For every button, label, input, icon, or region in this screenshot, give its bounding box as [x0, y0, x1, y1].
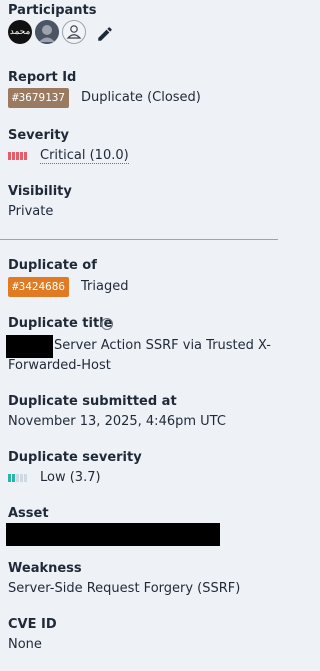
visibility-label: Visibility: [8, 184, 72, 199]
report-id-badge[interactable]: #3679137: [8, 88, 69, 108]
duplicate-of-label: Duplicate of: [8, 258, 97, 273]
weakness-value[interactable]: Server-Side Request Forgery (SSRF): [8, 581, 240, 596]
report-status: Duplicate (Closed): [81, 90, 201, 105]
severity-level-bars: [8, 152, 27, 160]
section-divider: [0, 239, 278, 240]
duplicate-title-line1[interactable]: Server Action SSRF via Trusted X-: [54, 338, 271, 353]
question-circle-icon[interactable]: ?: [101, 318, 113, 330]
visibility-value: Private: [8, 204, 54, 219]
duplicate-severity-label: Duplicate severity: [8, 450, 142, 465]
avatar-text: محمد: [9, 27, 31, 37]
cve-id-value: None: [8, 637, 42, 652]
duplicate-of-status: Triaged: [81, 279, 129, 294]
duplicate-severity-value: Low (3.7): [40, 470, 101, 485]
asset-label: Asset: [8, 506, 49, 521]
participants-label: Participants: [8, 3, 97, 18]
duplicate-submitted-label: Duplicate submitted at: [8, 394, 177, 409]
duplicate-severity-level-bars: [8, 474, 27, 482]
duplicate-of-badge[interactable]: #3424686: [8, 277, 69, 297]
redacted-block: [6, 523, 220, 546]
cve-id-label: CVE ID: [8, 617, 57, 632]
duplicate-title-line2[interactable]: Forwarded-Host: [8, 358, 111, 373]
severity-value-text: Critical (10.0): [40, 148, 129, 164]
duplicate-title-label: Duplicate title: [8, 316, 113, 331]
duplicate-submitted-value: November 13, 2025, 4:46pm UTC: [8, 414, 226, 429]
portrait-avatar-icon: [35, 20, 59, 44]
default-user-icon: [66, 25, 82, 39]
avatar[interactable]: [62, 20, 86, 44]
report-id-label: Report Id: [8, 70, 77, 85]
weakness-label: Weakness: [8, 561, 82, 576]
participants-avatars: محمد: [8, 20, 86, 44]
avatar[interactable]: [35, 20, 59, 44]
redacted-block: [6, 335, 53, 358]
pencil-icon[interactable]: [96, 25, 114, 43]
report-details-panel: Participants محمد Report Id #3679137 Dup…: [0, 0, 278, 671]
avatar[interactable]: محمد: [8, 20, 32, 44]
severity-value[interactable]: Critical (10.0): [40, 148, 129, 164]
severity-label: Severity: [8, 128, 70, 143]
